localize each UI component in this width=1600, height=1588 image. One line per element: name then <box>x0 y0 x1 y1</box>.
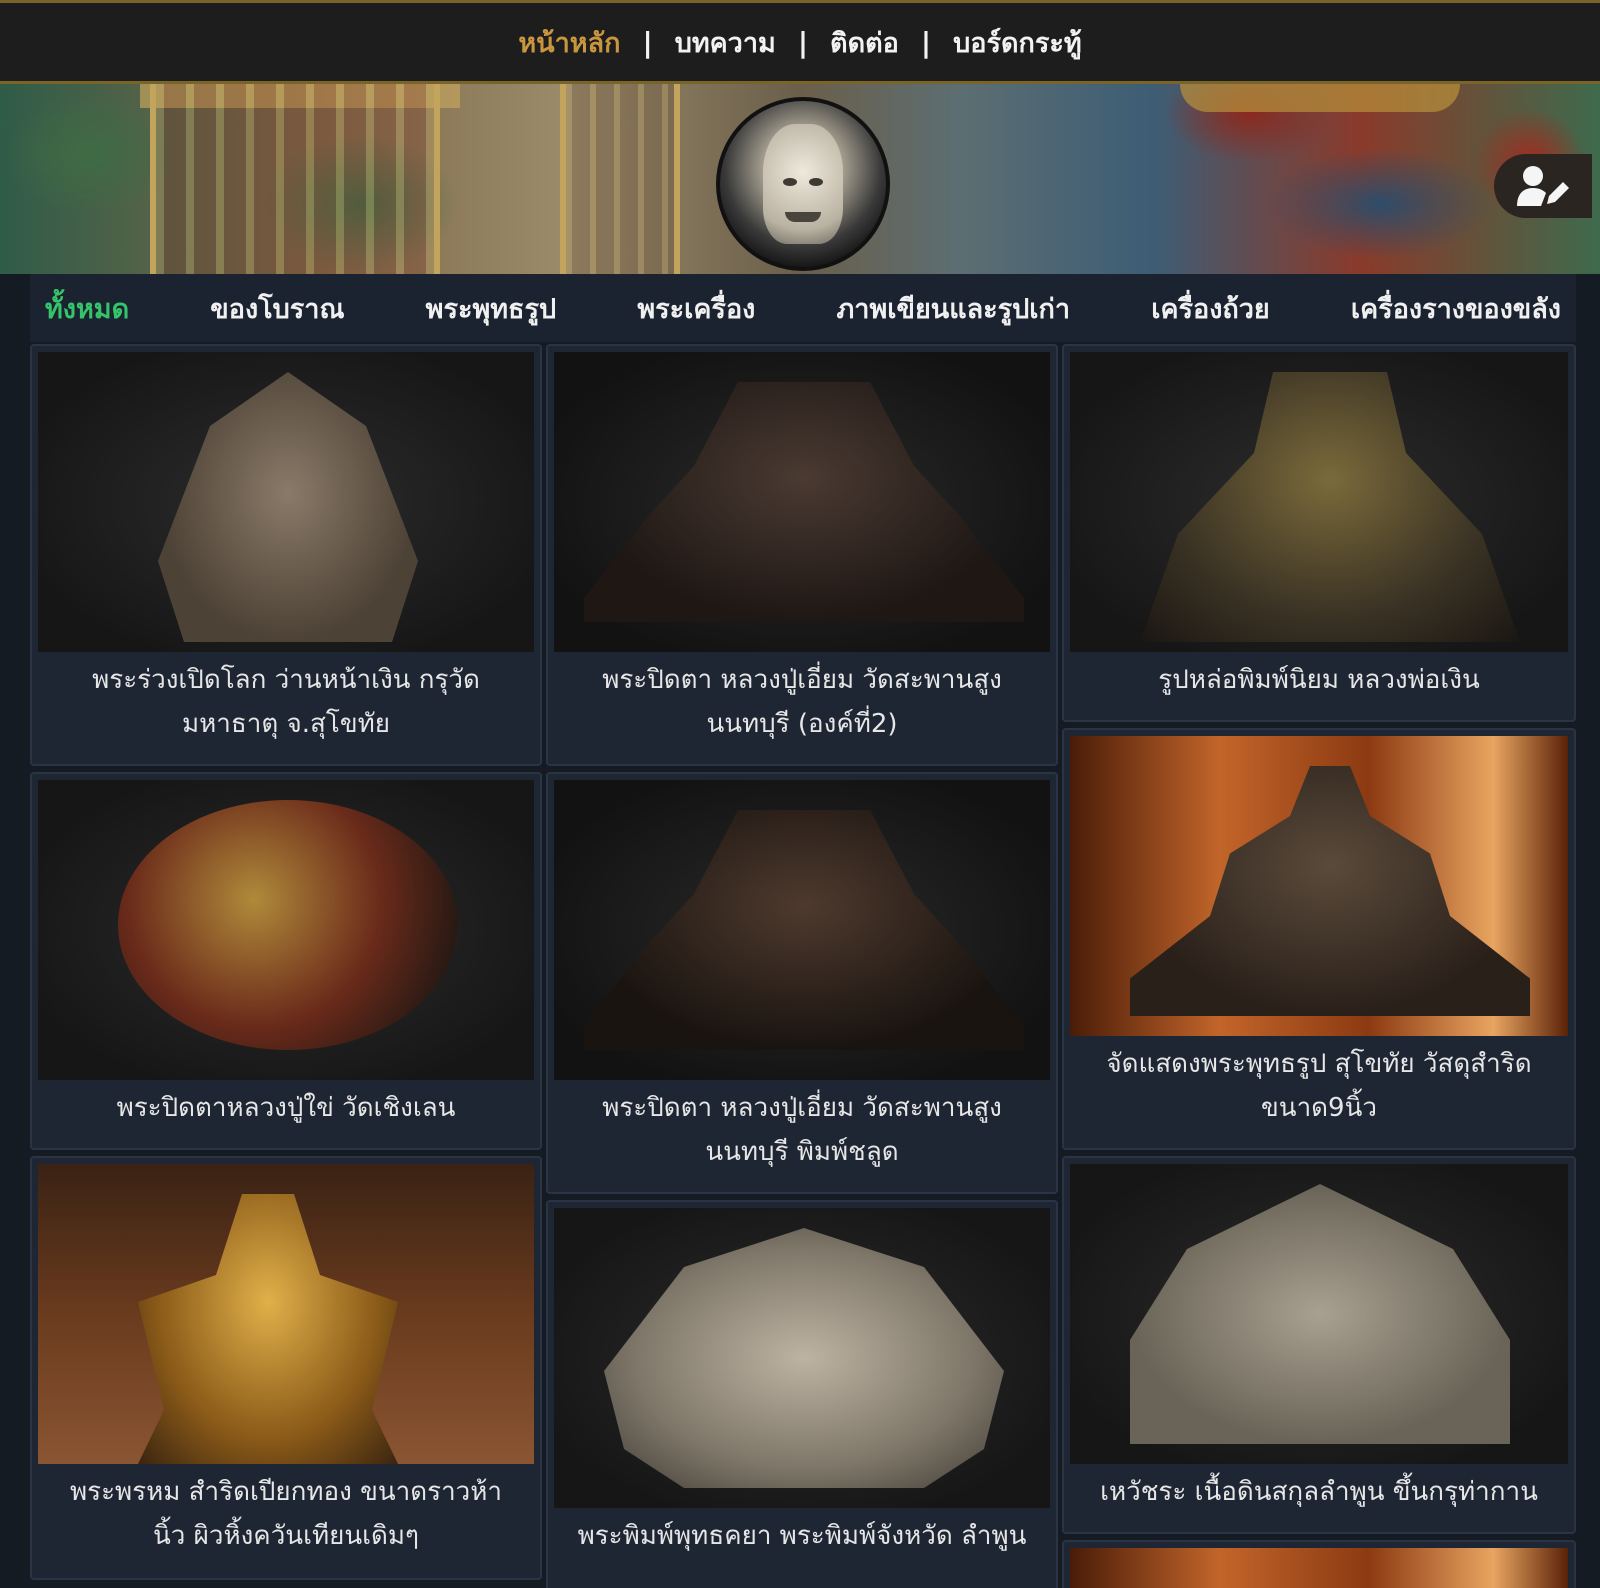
user-edit-button[interactable] <box>1494 154 1592 218</box>
item-image[interactable] <box>38 1164 534 1464</box>
category-talismans-tab[interactable]: เครื่องรางของขลัง <box>1351 287 1561 330</box>
item-card[interactable]: พระปิดตา หลวงปู่เอี่ยม วัดสะพานสูง นนทบุ… <box>546 772 1058 1194</box>
item-image[interactable] <box>38 352 534 652</box>
item-caption[interactable]: พระปิดตา หลวงปู่เอี่ยม วัดสะพานสูง นนทบุ… <box>554 652 1050 746</box>
user-edit-icon <box>1517 166 1569 206</box>
item-card[interactable] <box>1062 1540 1576 1588</box>
nav-contact-link[interactable]: ติดต่อ <box>808 21 921 64</box>
item-card[interactable]: พระปิดตา หลวงปู่เอี่ยม วัดสะพานสูง นนทบุ… <box>546 344 1058 766</box>
category-paintings-tab[interactable]: ภาพเขียนและรูปเก่า <box>837 287 1071 330</box>
banner-decoration <box>150 84 440 274</box>
item-card[interactable]: พระพรหม สำริดเปียกทอง ขนาดราวห้า นิ้ว ผิ… <box>30 1156 542 1580</box>
item-caption[interactable]: พระปิดตาหลวงปู่ใข่ วัดเชิงเลน <box>38 1080 534 1130</box>
item-card[interactable]: จัดแสดงพระพุทธรูป สุโขทัย วัสดุสำริด ขนา… <box>1062 728 1576 1150</box>
banner-decoration <box>560 84 680 274</box>
item-card[interactable]: รูปหล่อพิมพ์นิยม หลวงพ่อเงิน <box>1062 344 1576 722</box>
item-card[interactable]: เหวัชระ เนื้อดินสกุลลำพูน ขึ้นกรุท่ากาน <box>1062 1156 1576 1534</box>
item-card[interactable]: พระร่วงเปิดโลก ว่านหน้าเงิน กรุวัด มหาธา… <box>30 344 542 766</box>
item-caption[interactable]: จัดแสดงพระพุทธรูป สุโขทัย วัสดุสำริด ขนา… <box>1070 1036 1568 1130</box>
nav-board-link[interactable]: บอร์ดกระทู้ <box>931 21 1104 64</box>
nav-articles-link[interactable]: บทความ <box>653 21 798 64</box>
item-image[interactable] <box>554 1208 1050 1508</box>
item-image[interactable] <box>1070 736 1568 1036</box>
item-image[interactable] <box>1070 1548 1568 1588</box>
item-image[interactable] <box>554 352 1050 652</box>
site-logo[interactable] <box>716 97 890 271</box>
item-image[interactable] <box>1070 1164 1568 1464</box>
category-amulets-tab[interactable]: พระเครื่อง <box>637 287 755 330</box>
item-caption[interactable]: พระพรหม สำริดเปียกทอง ขนาดราวห้า นิ้ว ผิ… <box>38 1464 534 1558</box>
top-nav: หน้าหลัก | บทความ | ติดต่อ | บอร์ดกระทู้ <box>0 0 1600 84</box>
item-image[interactable] <box>554 780 1050 1080</box>
category-antiques-tab[interactable]: ของโบราณ <box>210 287 344 330</box>
banner-decoration <box>1180 84 1460 112</box>
item-card[interactable]: พระปิดตาหลวงปู่ใข่ วัดเชิงเลน <box>30 772 542 1150</box>
item-card[interactable]: พระพิมพ์พุทธคยา พระพิมพ์จังหวัด ลำพูน <box>546 1200 1058 1588</box>
nav-separator: | <box>797 25 809 59</box>
item-caption[interactable]: พระพิมพ์พุทธคยา พระพิมพ์จังหวัด ลำพูน <box>554 1508 1050 1558</box>
nav-home-link[interactable]: หน้าหลัก <box>496 21 642 64</box>
nav-separator: | <box>642 25 653 59</box>
category-all-tab[interactable]: ทั้งหมด <box>45 287 129 330</box>
item-caption[interactable]: เหวัชระ เนื้อดินสกุลลำพูน ขึ้นกรุท่ากาน <box>1070 1464 1568 1514</box>
category-ceramics-tab[interactable]: เครื่องถ้วย <box>1151 287 1270 330</box>
item-caption[interactable]: พระปิดตา หลวงปู่เอี่ยม วัดสะพานสูง นนทบุ… <box>554 1080 1050 1174</box>
kala-face-logo-icon <box>763 124 843 244</box>
item-caption[interactable]: พระร่วงเปิดโลก ว่านหน้าเงิน กรุวัด มหาธา… <box>38 652 534 746</box>
item-image[interactable] <box>38 780 534 1080</box>
item-image[interactable] <box>1070 352 1568 652</box>
category-buddha-images-tab[interactable]: พระพุทธรูป <box>426 287 557 330</box>
category-nav: ทั้งหมด ของโบราณ พระพุทธรูป พระเครื่อง ภ… <box>30 274 1576 342</box>
nav-separator: | <box>920 25 932 59</box>
item-caption[interactable]: รูปหล่อพิมพ์นิยม หลวงพ่อเงิน <box>1070 652 1568 702</box>
